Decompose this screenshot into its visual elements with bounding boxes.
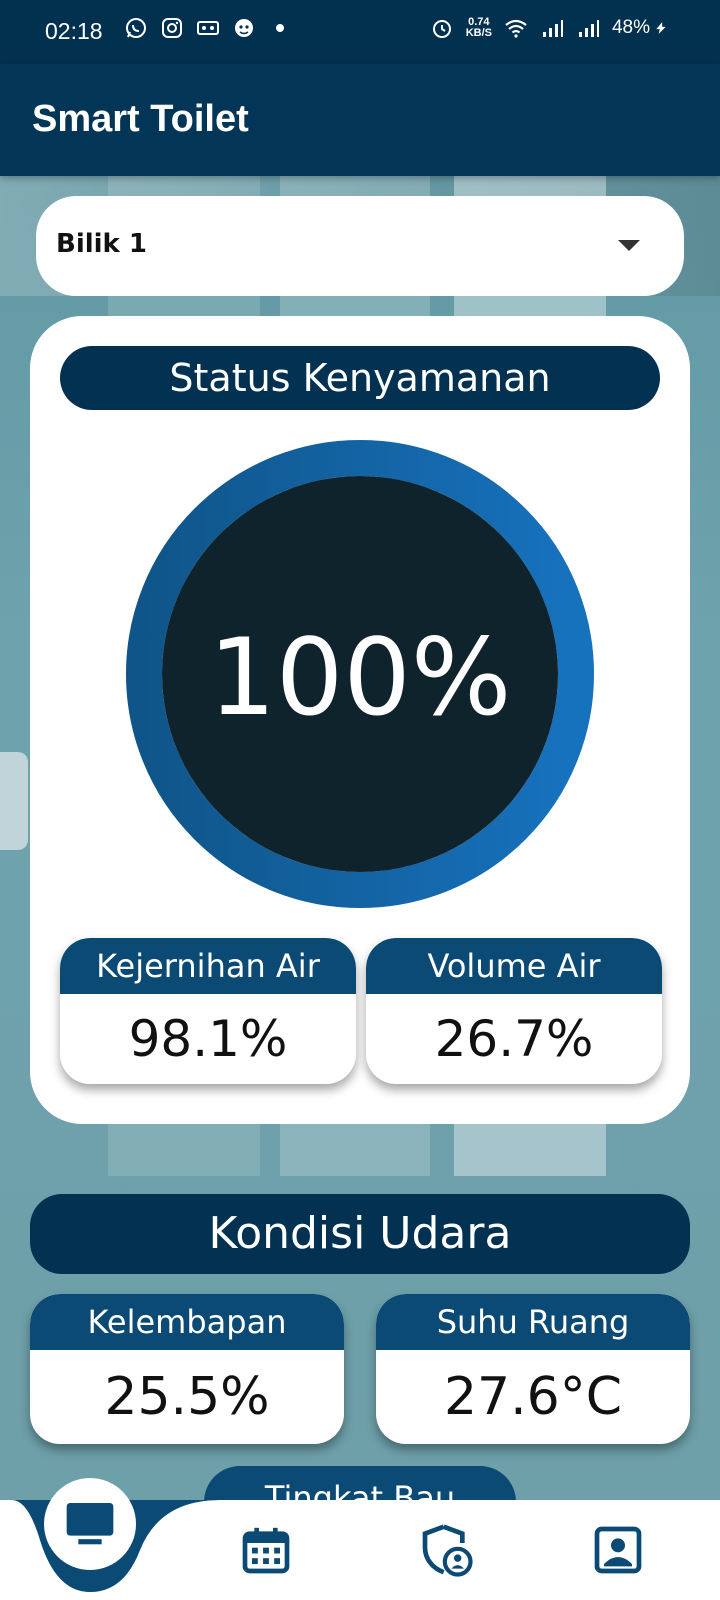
calendar-icon [242,1527,290,1574]
app-title: Smart Toilet [32,98,249,140]
comfort-header: Status Kenyamanan [60,346,660,410]
net-speed: 0.74 KB/S [465,16,492,39]
wifi-icon [505,19,527,38]
humidity-card: Kelembapan 25.5% [30,1294,344,1444]
signal-icon [542,20,563,37]
whatsapp-icon [126,18,146,38]
water-volume-card: Volume Air 26.7% [366,938,662,1084]
notification-dot-icon [276,24,284,32]
water-volume-label: Volume Air [366,938,662,994]
water-clarity-value: 98.1% [128,1010,288,1068]
nav-profile[interactable] [590,1522,646,1578]
nav-security[interactable] [418,1522,474,1578]
air-condition-header: Kondisi Udara [30,1194,690,1274]
charging-icon [656,22,666,34]
nav-calendar[interactable] [238,1522,294,1578]
water-clarity-card: Kejernihan Air 98.1% [60,938,356,1084]
water-volume-value: 26.7% [434,1010,594,1068]
humidity-value: 25.5% [104,1367,270,1427]
status-bar: 02:18 0.74 KB/S 48% [0,0,720,64]
water-clarity-label: Kejernihan Air [60,938,356,994]
temperature-value: 27.6°C [443,1367,623,1427]
bottom-nav [0,1478,720,1600]
dropdown-caret-icon [618,240,640,251]
comfort-gauge: 100% [126,440,594,908]
shield-user-icon [422,1524,473,1577]
profile-icon [594,1526,642,1574]
humidity-label: Kelembapan [30,1294,344,1350]
app-bar: Smart Toilet [0,64,720,176]
alarm-icon [432,20,451,38]
battery-percent: 48% [611,17,650,38]
signal-icon-2 [578,20,599,37]
bilik-dropdown[interactable]: Bilik 1 [36,196,684,296]
dropdown-selected-value: Bilik 1 [56,229,147,259]
status-time: 02:18 [45,18,103,44]
temperature-card: Suhu Ruang 27.6°C [376,1294,690,1444]
edge-panel-handle[interactable] [0,752,28,850]
temperature-label: Suhu Ruang [376,1294,690,1350]
comfort-card: Status Kenyamanan 100% Kejernihan Air 98… [30,316,690,1124]
nav-monitor[interactable] [44,1478,136,1570]
instagram-icon [162,18,182,38]
cassette-icon [197,21,219,35]
gauge-value: 100% [208,615,512,739]
monitor-icon [66,1503,114,1545]
mascot-icon [235,19,253,37]
